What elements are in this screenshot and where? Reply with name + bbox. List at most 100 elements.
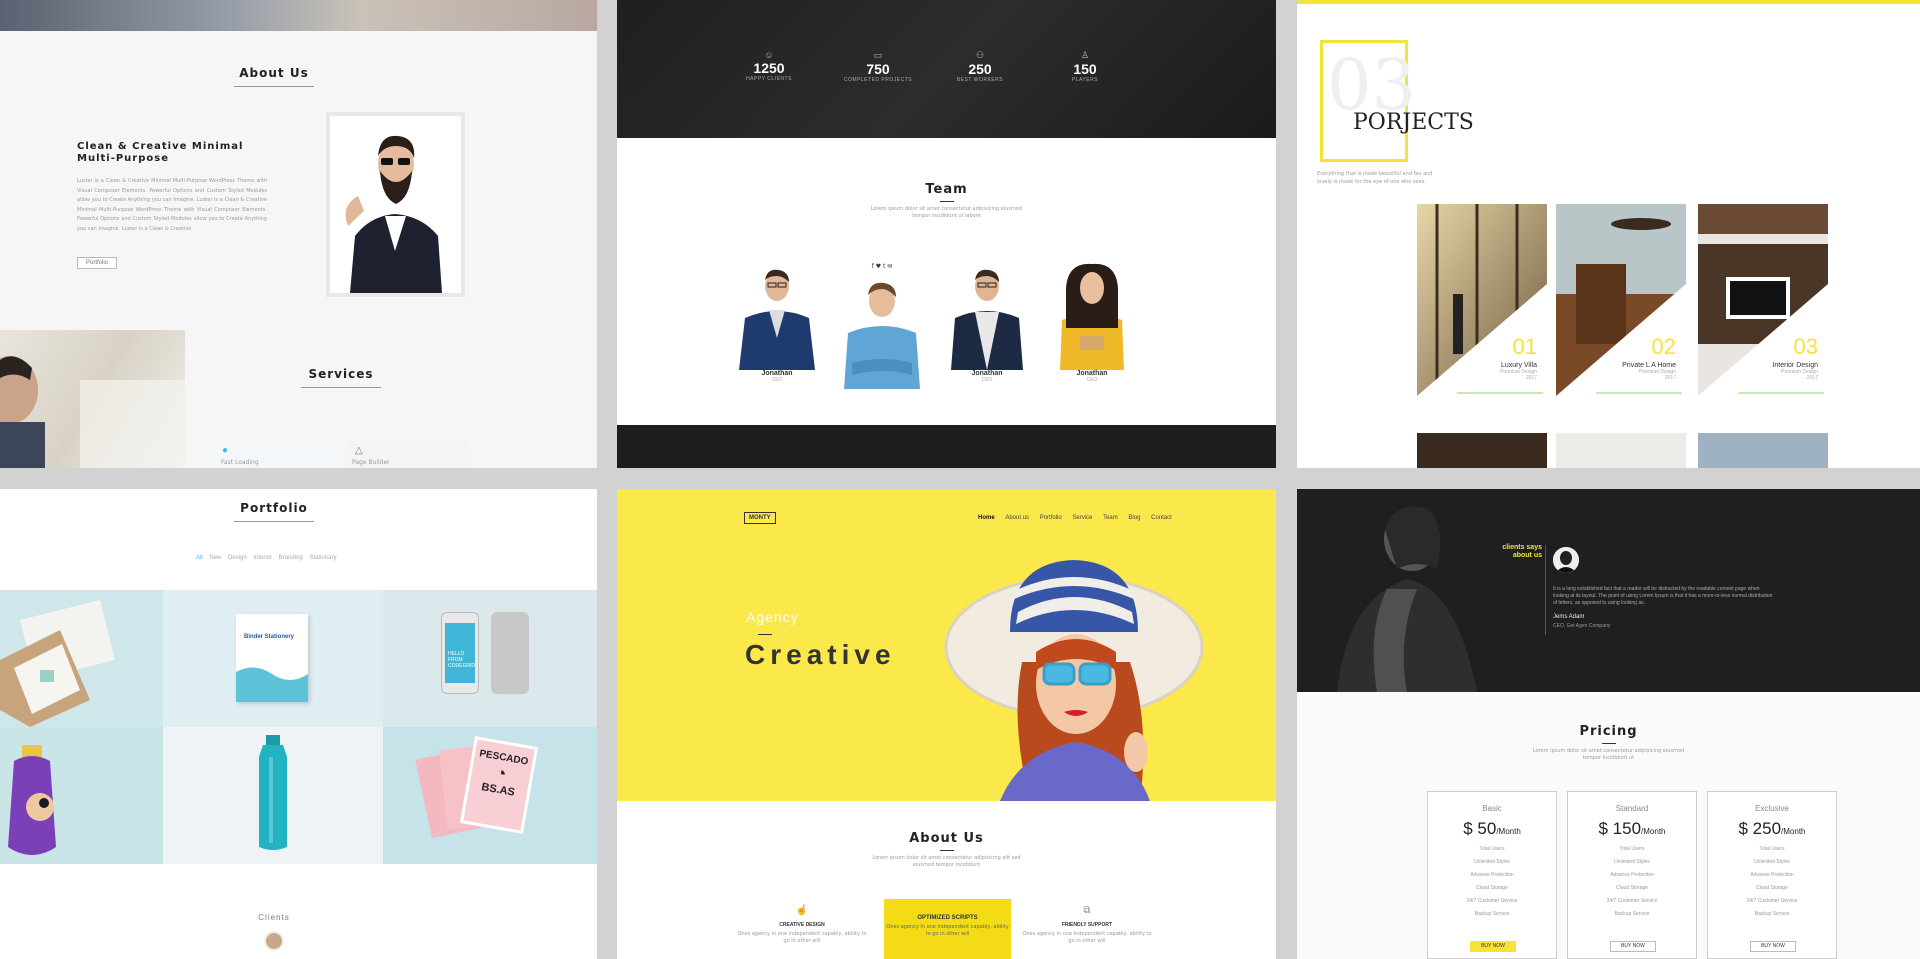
member-role: CEO (1086, 377, 1098, 383)
team-member-4[interactable]: Jonathan CEO (1052, 258, 1132, 383)
poster-front: PESCADO ◔ BS.AS (459, 736, 539, 834)
project-title: Luxury Villa (1500, 362, 1537, 369)
plan-price: $ 50 (1463, 819, 1497, 838)
portfolio-title: Portfolio (240, 501, 308, 515)
nav-contact[interactable]: Contact (1151, 515, 1172, 521)
title-underline (939, 850, 954, 851)
panel-projects: 03 PORJECTS Everything that is made beau… (1297, 0, 1920, 468)
about-heading-block: About Us Lorem ipsum dolor sit amet cons… (617, 831, 1276, 869)
social-icons[interactable]: f ♥ t ✉ (842, 262, 922, 271)
monitor-icon: ▭ (873, 50, 883, 60)
nav-portfolio[interactable]: Portfolio (1040, 515, 1062, 521)
plan-price: $ 150 (1598, 819, 1642, 838)
service-card-fast-loading[interactable]: ● Fast Loading (215, 441, 333, 468)
portfolio-item-posters[interactable]: PESCADO ◔ BS.AS (383, 727, 597, 864)
feature-title: FRIENDLY SUPPORT (1061, 922, 1112, 928)
member-photo (739, 269, 815, 370)
feature-title: OPTIMIZED SCRIPTS (917, 915, 978, 921)
feature-friendly-support: ⧉ FRIENDLY SUPPORT Ones agency in one in… (1022, 905, 1152, 945)
stat-label: COMPLETED PROJECTS (843, 77, 913, 83)
filter-new[interactable]: New (209, 555, 221, 561)
feature-title: CREATIVE DESIGN (779, 922, 825, 928)
filter-stationary[interactable]: Stationary (309, 555, 336, 561)
portfolio-item-phones[interactable]: HELLO FROM CODEGRID (383, 590, 597, 727)
pricing-card-basic: Basic $ 50/Month Total Users Unlimited S… (1427, 791, 1557, 959)
portrait-frame (326, 112, 465, 297)
clients-title: Clients (258, 913, 290, 922)
nav-blog[interactable]: Blog (1128, 515, 1140, 521)
plan-feature: Total Users (1759, 846, 1785, 852)
plan-feature: Unlimited Styles (1474, 859, 1510, 865)
plan-feature: 24/7 Customer Service (1466, 898, 1518, 904)
nav-service[interactable]: Service (1072, 515, 1092, 521)
buy-now-button[interactable]: BUY NOW (1610, 941, 1656, 952)
progress-line (1596, 392, 1682, 394)
feature-optimized-scripts: OPTIMIZED SCRIPTS Ones agency in one ind… (884, 899, 1011, 959)
lightbulb-icon: ● (222, 445, 229, 456)
team-member-2[interactable]: f ♥ t ✉ (842, 262, 922, 389)
member-name: Jonathan (1076, 370, 1108, 377)
member-photo (1060, 263, 1124, 370)
plan-feature: Advance Protection (1610, 872, 1654, 878)
feature-text: Ones agency in one independent capably, … (737, 931, 867, 944)
title-underline (234, 86, 314, 87)
project-thumb-6[interactable] (1698, 433, 1828, 468)
client-avatar[interactable] (264, 931, 284, 951)
author-avatar (1553, 547, 1579, 573)
progress-line (1457, 392, 1543, 394)
filter-interior[interactable]: Interior (253, 555, 272, 561)
portfolio-heading-block: Portfolio (0, 501, 548, 522)
filter-branding[interactable]: Branding (279, 555, 303, 561)
plan-feature: Advance Protection (1470, 872, 1514, 878)
portfolio-item-business-cards[interactable] (0, 590, 163, 727)
project-card-2[interactable]: 02 Private L A Home Premium Design 2017 (1556, 204, 1686, 396)
portfolio-item-binder[interactable]: Binder Stationery (163, 590, 383, 727)
filter-all[interactable]: All (196, 555, 203, 561)
project-thumb-4[interactable] (1417, 433, 1547, 468)
title-underline (234, 521, 314, 522)
nav-team[interactable]: Team (1103, 515, 1118, 521)
team-member-1[interactable]: Jonathan CEO (737, 258, 817, 383)
logo[interactable]: MONTY (744, 512, 776, 524)
feature-text: Ones agency in one independent capably, … (1022, 931, 1152, 944)
plan-period: /Month (1496, 827, 1521, 836)
service-label: Page Builder (352, 459, 390, 466)
stat-label: BEST WORKERS (956, 77, 1004, 83)
woman-with-hat-image (944, 560, 1204, 801)
plan-name: Exclusive (1755, 804, 1789, 813)
project-title: Private L A Home (1622, 362, 1676, 369)
stat-completed-projects: ▭ 750 COMPLETED PROJECTS (843, 50, 913, 83)
users-icon: ⚇ (975, 50, 985, 60)
filter-design[interactable]: Design (228, 555, 247, 561)
service-card-page-builder[interactable]: △ Page Builder (346, 441, 468, 468)
stat-value: 750 (866, 61, 890, 77)
testimonial-divider (1545, 545, 1546, 635)
plan-feature: Backup Service (1754, 911, 1790, 917)
pricing-subtitle: Lorem ipsum dolor sit amet consectetur a… (1532, 748, 1685, 761)
project-thumb-5[interactable] (1556, 433, 1686, 468)
woman-silhouette-image (1337, 506, 1477, 692)
project-card-3[interactable]: 03 Interior Design Premium Design 2017 (1698, 204, 1828, 396)
plan-feature: Cloud Storage (1756, 885, 1788, 891)
panel-testimonial-pricing: clients says about us It is a long estab… (1297, 489, 1920, 959)
nav-about[interactable]: About us (1005, 515, 1029, 521)
hero-divider (758, 634, 772, 635)
team-member-3[interactable]: Jonathan CEO (947, 258, 1027, 383)
buy-now-button[interactable]: BUY NOW (1750, 941, 1796, 952)
plan-name: Basic (1482, 804, 1502, 813)
portfolio-button[interactable]: Portfolio (77, 257, 118, 269)
person-icon: ♙ (1080, 50, 1090, 60)
phone-front: HELLO FROM CODEGRID (441, 612, 479, 694)
project-card-1[interactable]: 01 Luxury Villa Premium Design 2017 (1417, 204, 1547, 396)
hero-creative: Creative (745, 639, 896, 670)
about-title: About Us (909, 831, 984, 846)
plan-feature: Cloud Storage (1616, 885, 1648, 891)
buy-now-button[interactable]: BUY NOW (1470, 941, 1516, 952)
title-underline (301, 387, 381, 388)
testimonial-heading: clients says about us (1502, 544, 1542, 559)
portfolio-item-bottle-pack[interactable] (0, 727, 163, 864)
portfolio-item-bottle[interactable] (163, 727, 383, 864)
nav-home[interactable]: Home (978, 515, 995, 521)
man-portrait-image (330, 116, 461, 293)
hand-icon: ☝ (795, 905, 809, 916)
